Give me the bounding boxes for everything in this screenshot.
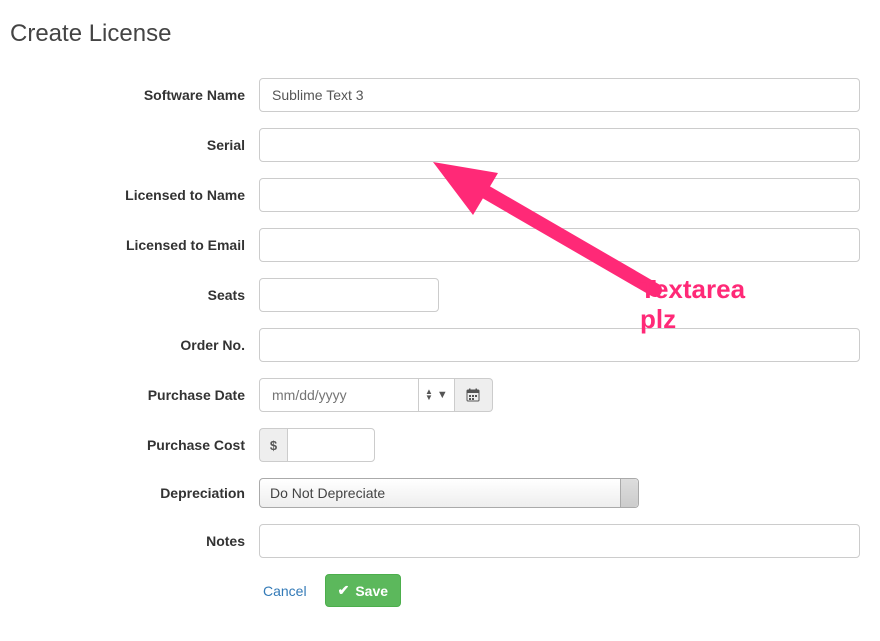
- calendar-icon: [466, 388, 480, 402]
- notes-label: Notes: [10, 533, 259, 549]
- seats-label: Seats: [10, 287, 259, 303]
- notes-input[interactable]: [259, 524, 860, 558]
- page-title: Create License: [10, 20, 870, 48]
- purchase-date-input[interactable]: [259, 378, 419, 412]
- depreciation-selected-value: Do Not Depreciate: [270, 485, 385, 501]
- licensed-to-name-input[interactable]: [259, 178, 860, 212]
- serial-input[interactable]: [259, 128, 860, 162]
- depreciation-select[interactable]: Do Not Depreciate: [259, 478, 639, 508]
- date-spinner[interactable]: ▲▼ ▼: [419, 378, 455, 412]
- cancel-link[interactable]: Cancel: [259, 576, 311, 606]
- save-button[interactable]: ✔ Save: [325, 574, 401, 607]
- annotation-text: Textarea plz: [640, 275, 745, 335]
- software-name-input[interactable]: [259, 78, 860, 112]
- save-button-label: Save: [355, 583, 388, 599]
- seats-input[interactable]: [259, 278, 439, 312]
- purchase-cost-label: Purchase Cost: [10, 437, 259, 453]
- order-no-input[interactable]: [259, 328, 860, 362]
- check-icon: ✔: [338, 582, 350, 599]
- order-no-label: Order No.: [10, 337, 259, 353]
- software-name-label: Software Name: [10, 87, 259, 103]
- serial-label: Serial: [10, 137, 259, 153]
- select-handle-icon: [620, 479, 638, 507]
- purchase-cost-input[interactable]: [287, 428, 375, 462]
- licensed-to-name-label: Licensed to Name: [10, 187, 259, 203]
- licensed-to-email-input[interactable]: [259, 228, 860, 262]
- licensed-to-email-label: Licensed to Email: [10, 237, 259, 253]
- calendar-button[interactable]: [455, 378, 493, 412]
- depreciation-label: Depreciation: [10, 485, 259, 501]
- currency-symbol: $: [259, 428, 287, 462]
- purchase-date-label: Purchase Date: [10, 387, 259, 403]
- chevron-down-icon: ▼: [437, 389, 448, 401]
